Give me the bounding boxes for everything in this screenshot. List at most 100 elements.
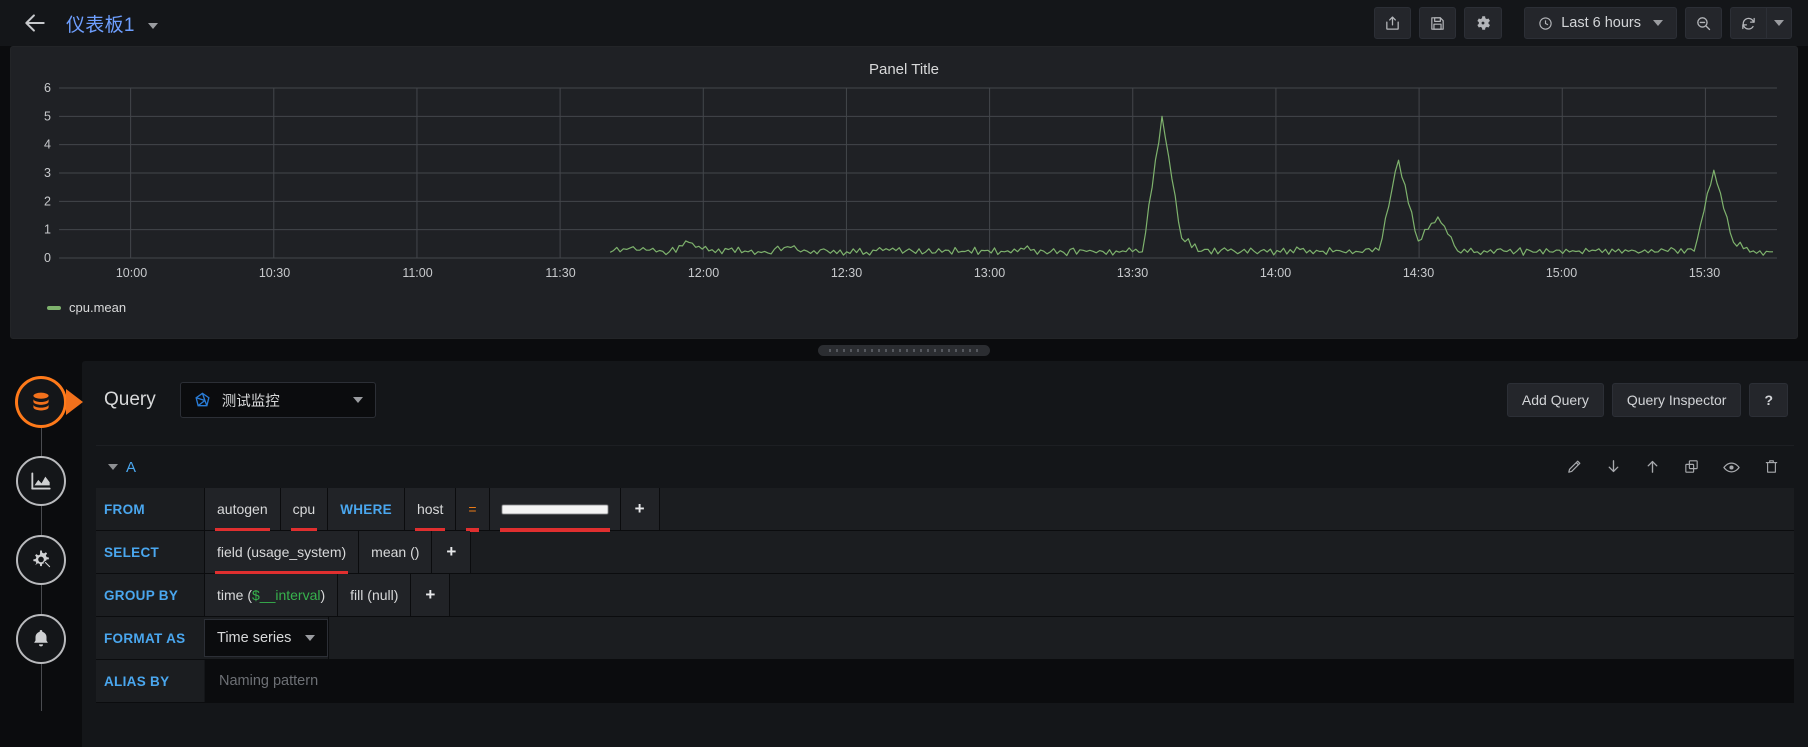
- legend-series-label: cpu.mean: [69, 300, 127, 315]
- group-by-fill-segment[interactable]: fill (null): [337, 574, 411, 616]
- svg-text:6: 6: [44, 82, 51, 95]
- select-row-filler: [470, 531, 1794, 573]
- add-query-button[interactable]: Add Query: [1506, 383, 1604, 417]
- chevron-down-icon: [1774, 20, 1784, 26]
- format-as-select[interactable]: Time series: [204, 619, 329, 657]
- group-by-time-suffix: ): [320, 587, 326, 603]
- dashboard-title[interactable]: 仪表板1: [52, 10, 159, 37]
- panel-container: Panel Title 0 1 2 3 4 5 6 10:00 10:30 11:00 11:30 1…: [0, 46, 1808, 339]
- chart-axis-labels: 0 1 2 3 4 5 6 10:00 10:30 11:00 11:30 12:00 12:30 13:…: [44, 82, 1720, 280]
- query-header: Query 测试监控 Add Query Query Inspector ?: [82, 361, 1808, 439]
- svg-text:14:00: 14:00: [1260, 266, 1291, 280]
- from-segments: autogen cpu WHERE host = +: [204, 488, 1794, 532]
- topnav-actions: Last 6 hours: [1374, 7, 1792, 39]
- dashboard-settings-button[interactable]: [1464, 7, 1503, 39]
- svg-text:3: 3: [44, 166, 51, 180]
- query-editor-main: Query 测试监控 Add Query Query Inspector ? A: [82, 361, 1808, 747]
- format-as-row-filler: [328, 617, 1794, 659]
- where-keyword: WHERE: [327, 488, 404, 530]
- delete-query-trash-icon[interactable]: [1763, 458, 1780, 477]
- gear-wrench-icon: [33, 550, 52, 569]
- select-aggregation-segment[interactable]: mean (): [358, 531, 432, 573]
- svg-text:11:30: 11:30: [545, 266, 575, 280]
- panel-resize-handle[interactable]: [818, 344, 990, 356]
- format-as-value: Time series: [217, 630, 292, 646]
- duplicate-query-copy-icon[interactable]: [1683, 458, 1700, 477]
- top-navbar: 仪表板1 Last 6 hours: [0, 0, 1808, 46]
- sidebar-item-alert[interactable]: [16, 614, 66, 664]
- chevron-down-icon: [1653, 20, 1663, 26]
- database-icon: [33, 392, 49, 411]
- group-by-time-variable: $__interval: [252, 587, 321, 603]
- sidebar-item-queries[interactable]: [16, 377, 66, 427]
- dashboard-title-text: 仪表板1: [66, 14, 135, 36]
- format-as-segments: Time series: [204, 617, 1794, 659]
- svg-text:0: 0: [44, 251, 51, 265]
- svg-text:13:30: 13:30: [1117, 266, 1148, 280]
- chart-area[interactable]: 0 1 2 3 4 5 6 10:00 10:30 11:00 11:30 12:00 12:30 13:…: [21, 82, 1783, 292]
- zoom-out-button[interactable]: [1685, 7, 1722, 39]
- refresh-interval-dropdown[interactable]: [1766, 7, 1792, 39]
- time-range-label: Last 6 hours: [1561, 15, 1641, 31]
- group-by-time-prefix: time (: [217, 587, 252, 603]
- svg-text:13:00: 13:00: [974, 266, 1005, 280]
- datasource-name: 测试监控: [221, 393, 280, 410]
- group-by-segments: time ($__interval) fill (null) +: [204, 574, 1794, 616]
- from-label: FROM: [96, 488, 204, 531]
- group-by-label: GROUP BY: [96, 573, 204, 617]
- query-row-header: A: [96, 446, 1794, 488]
- where-tag-value-segment[interactable]: [488, 488, 620, 532]
- graph-panel: Panel Title 0 1 2 3 4 5 6 10:00 10:30 11:00 11:30 1…: [10, 46, 1798, 339]
- refresh-button[interactable]: [1730, 7, 1766, 39]
- alias-by-input[interactable]: [204, 660, 1794, 702]
- svg-text:10:00: 10:00: [116, 266, 147, 280]
- svg-text:15:00: 15:00: [1546, 266, 1577, 280]
- svg-text:10:30: 10:30: [259, 266, 290, 280]
- select-field-segment[interactable]: field (usage_system): [204, 531, 359, 575]
- from-row-filler: [658, 488, 1794, 530]
- group-by-row: GROUP BY time ($__interval) fill (null) …: [96, 573, 1794, 617]
- svg-text:11:00: 11:00: [402, 266, 432, 280]
- chevron-down-icon[interactable]: [148, 23, 159, 30]
- query-inspector-button[interactable]: Query Inspector: [1611, 383, 1742, 417]
- where-operator-segment[interactable]: =: [455, 488, 489, 532]
- share-button[interactable]: [1374, 7, 1412, 39]
- group-by-time-segment[interactable]: time ($__interval): [204, 574, 338, 616]
- retention-policy-segment[interactable]: autogen: [204, 488, 280, 532]
- sidebar-item-general-settings[interactable]: [16, 535, 66, 585]
- influxdb-icon: [195, 392, 210, 406]
- clock-icon: [1539, 16, 1552, 30]
- collapse-caret-icon[interactable]: [108, 464, 118, 470]
- bell-icon: [34, 630, 48, 647]
- time-range-picker[interactable]: Last 6 hours: [1524, 7, 1677, 39]
- add-group-by-button[interactable]: +: [410, 574, 450, 616]
- svg-text:4: 4: [44, 138, 51, 152]
- measurement-segment[interactable]: cpu: [279, 488, 328, 532]
- help-button[interactable]: ?: [1749, 383, 1788, 417]
- save-dashboard-button[interactable]: [1419, 7, 1457, 39]
- toggle-query-visibility-eye-icon[interactable]: [1722, 458, 1741, 477]
- panel-title: Panel Title: [868, 61, 940, 78]
- alias-by-row: ALIAS BY: [96, 659, 1794, 703]
- where-tag-key-segment[interactable]: host: [403, 488, 456, 532]
- add-select-part-button[interactable]: +: [431, 531, 471, 573]
- edit-query-pencil-icon[interactable]: [1566, 458, 1583, 477]
- svg-text:12:30: 12:30: [831, 266, 862, 280]
- graph-icon: [31, 472, 51, 490]
- query-letter[interactable]: A: [126, 459, 136, 476]
- panel-resize-row: [0, 339, 1808, 361]
- select-label: SELECT: [96, 530, 204, 574]
- back-arrow-icon[interactable]: [18, 6, 52, 40]
- sidebar-item-visualization[interactable]: [16, 456, 66, 506]
- add-where-condition-button[interactable]: +: [619, 488, 659, 530]
- datasource-picker[interactable]: 测试监控: [179, 382, 376, 418]
- move-query-down-icon[interactable]: [1605, 458, 1622, 477]
- query-section-label: Query: [104, 389, 156, 410]
- query-row-actions: [1566, 458, 1780, 477]
- chart-legend[interactable]: cpu.mean: [11, 292, 1797, 315]
- panel-editor: Query 测试监控 Add Query Query Inspector ? A: [0, 361, 1808, 747]
- svg-text:15:30: 15:30: [1689, 266, 1720, 280]
- redacted-value: [501, 504, 608, 514]
- svg-text:12:00: 12:00: [688, 266, 719, 280]
- move-query-up-icon[interactable]: [1644, 458, 1661, 477]
